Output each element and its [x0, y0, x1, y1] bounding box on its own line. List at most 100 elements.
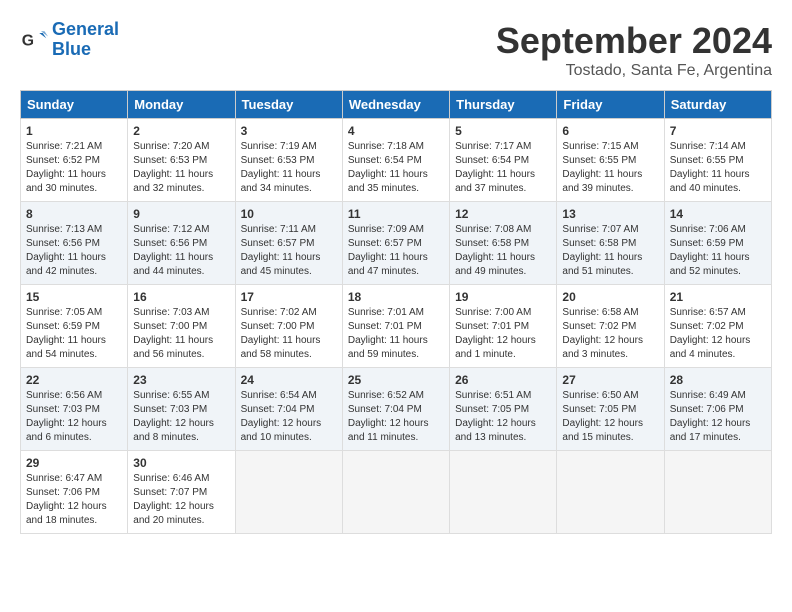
calendar-cell: 13 Sunrise: 7:07 AMSunset: 6:58 PMDayligh…	[557, 202, 664, 285]
day-number: 13	[562, 207, 658, 221]
logo: G General Blue	[20, 20, 119, 60]
day-info: Sunrise: 7:05 AMSunset: 6:59 PMDaylight:…	[26, 306, 122, 362]
calendar-cell: 21 Sunrise: 6:57 AMSunset: 7:02 PMDayligh…	[664, 285, 771, 368]
calendar-cell: 23Sunrise: 6:55 AMSunset: 7:03 PMDayligh…	[128, 368, 235, 451]
title-block: September 2024 Tostado, Santa Fe, Argent…	[496, 20, 772, 80]
day-info: Sunrise: 7:06 AMSunset: 6:59 PMDaylight:…	[670, 223, 766, 279]
calendar-cell: 11 Sunrise: 7:09 AMSunset: 6:57 PMDayligh…	[342, 202, 449, 285]
header-friday: Friday	[557, 91, 664, 119]
day-number: 21	[670, 290, 766, 304]
calendar-week-1: 1 Sunrise: 7:21 AMSunset: 6:52 PMDaylight…	[21, 119, 772, 202]
day-number: 16	[133, 290, 229, 304]
calendar-cell: 22 Sunrise: 6:56 AMSunset: 7:03 PMDayligh…	[21, 368, 128, 451]
day-info: Sunrise: 7:13 AMSunset: 6:56 PMDaylight:…	[26, 223, 122, 279]
calendar-cell: 1 Sunrise: 7:21 AMSunset: 6:52 PMDaylight…	[21, 119, 128, 202]
day-number: 11	[348, 207, 444, 221]
calendar-week-4: 22 Sunrise: 6:56 AMSunset: 7:03 PMDayligh…	[21, 368, 772, 451]
day-number: 5	[455, 124, 551, 138]
day-number: 9	[133, 207, 229, 221]
day-info: Sunrise: 6:57 AMSunset: 7:02 PMDaylight:…	[670, 306, 766, 362]
header-row: SundayMondayTuesdayWednesdayThursdayFrid…	[21, 91, 772, 119]
calendar-header: SundayMondayTuesdayWednesdayThursdayFrid…	[21, 91, 772, 119]
header-saturday: Saturday	[664, 91, 771, 119]
calendar-cell: 30 Sunrise: 6:46 AMSunset: 7:07 PMDayligh…	[128, 451, 235, 534]
svg-text:G: G	[22, 32, 34, 49]
day-info: Sunrise: 6:58 AMSunset: 7:02 PMDaylight:…	[562, 306, 658, 362]
calendar-cell: 3 Sunrise: 7:19 AMSunset: 6:53 PMDaylight…	[235, 119, 342, 202]
day-number: 27	[562, 373, 658, 387]
day-info: Sunrise: 6:52 AMSunset: 7:04 PMDaylight:…	[348, 389, 444, 445]
calendar-cell: 19Sunrise: 7:00 AMSunset: 7:01 PMDayligh…	[450, 285, 557, 368]
calendar-cell: 29Sunrise: 6:47 AMSunset: 7:06 PMDayligh…	[21, 451, 128, 534]
day-info: Sunrise: 6:56 AMSunset: 7:03 PMDaylight:…	[26, 389, 122, 445]
header-tuesday: Tuesday	[235, 91, 342, 119]
logo-text: General Blue	[52, 20, 119, 60]
day-info: Sunrise: 7:08 AMSunset: 6:58 PMDaylight:…	[455, 223, 551, 279]
day-info: Sunrise: 7:00 AMSunset: 7:01 PMDaylight:…	[455, 306, 551, 362]
calendar-cell: 27 Sunrise: 6:50 AMSunset: 7:05 PMDayligh…	[557, 368, 664, 451]
day-info: Sunrise: 7:19 AMSunset: 6:53 PMDaylight:…	[241, 140, 337, 196]
day-number: 10	[241, 207, 337, 221]
header-wednesday: Wednesday	[342, 91, 449, 119]
day-info: Sunrise: 7:21 AMSunset: 6:52 PMDaylight:…	[26, 140, 122, 196]
day-number: 30	[133, 456, 229, 470]
calendar-cell: 4Sunrise: 7:18 AMSunset: 6:54 PMDaylight…	[342, 119, 449, 202]
calendar-table: SundayMondayTuesdayWednesdayThursdayFrid…	[20, 90, 772, 534]
day-info: Sunrise: 7:07 AMSunset: 6:58 PMDaylight:…	[562, 223, 658, 279]
day-number: 12	[455, 207, 551, 221]
calendar-cell: 20 Sunrise: 6:58 AMSunset: 7:02 PMDayligh…	[557, 285, 664, 368]
day-number: 4	[348, 124, 444, 138]
calendar-cell: 14 Sunrise: 7:06 AMSunset: 6:59 PMDayligh…	[664, 202, 771, 285]
day-info: Sunrise: 7:14 AMSunset: 6:55 PMDaylight:…	[670, 140, 766, 196]
calendar-cell: 28Sunrise: 6:49 AMSunset: 7:06 PMDayligh…	[664, 368, 771, 451]
day-info: Sunrise: 6:54 AMSunset: 7:04 PMDaylight:…	[241, 389, 337, 445]
calendar-cell	[342, 451, 449, 534]
calendar-cell	[557, 451, 664, 534]
header-sunday: Sunday	[21, 91, 128, 119]
day-info: Sunrise: 7:02 AMSunset: 7:00 PMDaylight:…	[241, 306, 337, 362]
day-number: 1	[26, 124, 122, 138]
day-info: Sunrise: 7:17 AMSunset: 6:54 PMDaylight:…	[455, 140, 551, 196]
day-number: 20	[562, 290, 658, 304]
calendar-cell: 18Sunrise: 7:01 AMSunset: 7:01 PMDayligh…	[342, 285, 449, 368]
calendar-cell	[235, 451, 342, 534]
calendar-cell: 5 Sunrise: 7:17 AMSunset: 6:54 PMDaylight…	[450, 119, 557, 202]
day-info: Sunrise: 7:01 AMSunset: 7:01 PMDaylight:…	[348, 306, 444, 362]
day-number: 29	[26, 456, 122, 470]
day-number: 22	[26, 373, 122, 387]
page-header: G General Blue September 2024 Tostado, S…	[20, 20, 772, 80]
calendar-cell: 10Sunrise: 7:11 AMSunset: 6:57 PMDayligh…	[235, 202, 342, 285]
day-number: 14	[670, 207, 766, 221]
day-number: 7	[670, 124, 766, 138]
day-number: 26	[455, 373, 551, 387]
month-title: September 2024	[496, 20, 772, 62]
calendar-cell: 24 Sunrise: 6:54 AMSunset: 7:04 PMDayligh…	[235, 368, 342, 451]
day-info: Sunrise: 6:51 AMSunset: 7:05 PMDaylight:…	[455, 389, 551, 445]
logo-icon: G	[20, 26, 48, 54]
day-number: 17	[241, 290, 337, 304]
day-info: Sunrise: 7:09 AMSunset: 6:57 PMDaylight:…	[348, 223, 444, 279]
day-info: Sunrise: 6:46 AMSunset: 7:07 PMDaylight:…	[133, 472, 229, 528]
day-number: 15	[26, 290, 122, 304]
calendar-cell: 16 Sunrise: 7:03 AMSunset: 7:00 PMDayligh…	[128, 285, 235, 368]
day-info: Sunrise: 7:12 AMSunset: 6:56 PMDaylight:…	[133, 223, 229, 279]
day-number: 24	[241, 373, 337, 387]
calendar-week-3: 15 Sunrise: 7:05 AMSunset: 6:59 PMDayligh…	[21, 285, 772, 368]
day-info: Sunrise: 7:15 AMSunset: 6:55 PMDaylight:…	[562, 140, 658, 196]
location-subtitle: Tostado, Santa Fe, Argentina	[496, 62, 772, 80]
calendar-cell: 12 Sunrise: 7:08 AMSunset: 6:58 PMDayligh…	[450, 202, 557, 285]
calendar-week-5: 29Sunrise: 6:47 AMSunset: 7:06 PMDayligh…	[21, 451, 772, 534]
calendar-cell	[450, 451, 557, 534]
day-info: Sunrise: 7:03 AMSunset: 7:00 PMDaylight:…	[133, 306, 229, 362]
calendar-cell: 17 Sunrise: 7:02 AMSunset: 7:00 PMDayligh…	[235, 285, 342, 368]
calendar-cell: 26 Sunrise: 6:51 AMSunset: 7:05 PMDayligh…	[450, 368, 557, 451]
calendar-cell	[664, 451, 771, 534]
day-number: 23	[133, 373, 229, 387]
calendar-cell: 15 Sunrise: 7:05 AMSunset: 6:59 PMDayligh…	[21, 285, 128, 368]
day-number: 3	[241, 124, 337, 138]
header-thursday: Thursday	[450, 91, 557, 119]
calendar-body: 1 Sunrise: 7:21 AMSunset: 6:52 PMDaylight…	[21, 119, 772, 534]
calendar-cell: 8Sunrise: 7:13 AMSunset: 6:56 PMDaylight…	[21, 202, 128, 285]
day-info: Sunrise: 6:50 AMSunset: 7:05 PMDaylight:…	[562, 389, 658, 445]
calendar-cell: 7 Sunrise: 7:14 AMSunset: 6:55 PMDaylight…	[664, 119, 771, 202]
